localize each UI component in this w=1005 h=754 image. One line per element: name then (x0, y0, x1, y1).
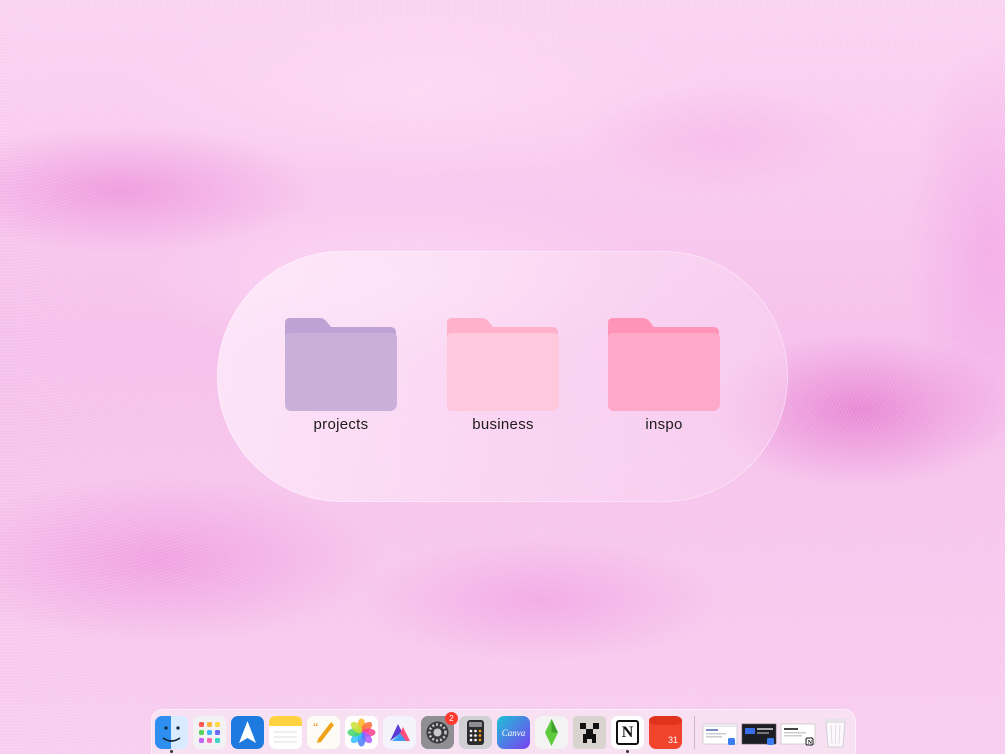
notes-icon[interactable] (269, 716, 302, 749)
folder-icon (447, 318, 559, 411)
running-indicator (626, 750, 629, 753)
photos-icon[interactable] (345, 716, 378, 749)
svg-text:“: “ (313, 720, 318, 734)
folder-icon (285, 318, 397, 411)
dock-separator (694, 716, 695, 749)
svg-text:N: N (808, 740, 813, 746)
folder-label: projects (313, 416, 369, 433)
minecraft-icon[interactable] (573, 716, 606, 749)
minimized-window-1[interactable] (702, 716, 738, 749)
minimized-window-3[interactable]: N (780, 716, 816, 749)
minimized-window-2[interactable] (741, 716, 777, 749)
launchpad-icon[interactable] (193, 716, 226, 749)
canva-icon[interactable]: Canva (497, 716, 530, 749)
finder-icon[interactable] (155, 716, 188, 753)
spark-mail-icon[interactable] (231, 716, 264, 749)
calendar-date: 31 (667, 735, 678, 745)
calculator-icon[interactable] (459, 716, 492, 749)
folder-label: inspo (645, 416, 683, 433)
folder-projects[interactable]: projects (284, 318, 398, 433)
folder-business[interactable]: business (446, 318, 560, 433)
folder-inspo[interactable]: inspo (607, 318, 721, 433)
dock: “ 2 Canva N 31 N (151, 709, 856, 754)
pages-icon[interactable]: “ (307, 716, 340, 749)
canva-label: Canva (501, 727, 526, 738)
system-settings-icon[interactable]: 2 (421, 712, 458, 749)
notification-badge: 2 (445, 712, 458, 725)
affinity-icon[interactable] (383, 716, 416, 749)
notion-label: N (621, 723, 634, 741)
notion-icon[interactable]: N (611, 716, 644, 753)
sims-icon[interactable] (535, 716, 568, 749)
running-indicator (170, 750, 173, 753)
folder-label: business (472, 416, 534, 433)
folder-icon (608, 318, 720, 411)
fantastical-icon[interactable]: 31 (649, 716, 682, 749)
trash-icon[interactable] (819, 716, 852, 749)
